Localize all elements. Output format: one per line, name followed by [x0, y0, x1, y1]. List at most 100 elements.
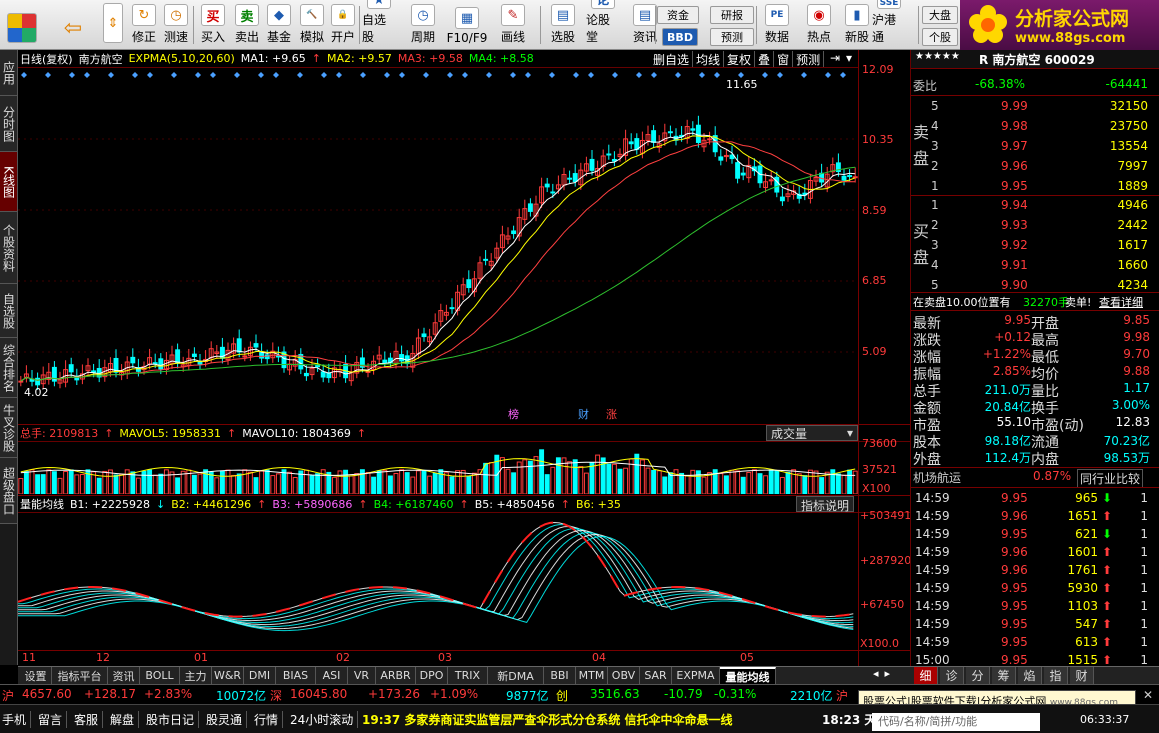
- status-link-0[interactable]: 手机: [2, 711, 32, 728]
- quote-tab-1[interactable]: 诊: [940, 667, 964, 684]
- tab-5[interactable]: W&R: [212, 667, 244, 684]
- leftnav-item-6[interactable]: 牛叉诊股: [0, 398, 17, 458]
- tab-7[interactable]: BIAS: [276, 667, 316, 684]
- tab-0[interactable]: 设置: [20, 667, 52, 684]
- sell-row[interactable]: 1 9.95 1889: [911, 178, 1159, 196]
- buy-row[interactable]: 4 9.91 1660: [911, 257, 1159, 275]
- fund-flow-button[interactable]: 资金: [657, 6, 699, 24]
- research-button[interactable]: 研报: [710, 6, 754, 24]
- buy-row[interactable]: 1 9.94 4946: [911, 197, 1159, 215]
- back-button[interactable]: ⇦: [54, 2, 92, 48]
- leftnav-item-0[interactable]: 应用: [0, 50, 17, 96]
- tab-18[interactable]: EXPMA: [672, 667, 720, 684]
- leftnav-item-4[interactable]: 自选股: [0, 284, 17, 338]
- home-button[interactable]: [4, 2, 40, 48]
- tab-10[interactable]: ARBR: [376, 667, 416, 684]
- tab-6[interactable]: DMI: [244, 667, 276, 684]
- indicator-selector[interactable]: 成交量 ▾: [766, 425, 858, 441]
- market-button[interactable]: 大盘: [922, 6, 958, 24]
- event-marker[interactable]: 涨: [606, 408, 617, 421]
- watchlist-button[interactable]: ★ 自选股: [362, 0, 396, 48]
- chevron-down-icon[interactable]: ▾: [846, 51, 852, 67]
- buy-button[interactable]: 买买入: [196, 2, 230, 48]
- tab-14[interactable]: BBI: [544, 667, 576, 684]
- tab-16[interactable]: OBV: [608, 667, 640, 684]
- period-button[interactable]: ◷ 周期: [406, 2, 440, 48]
- leftnav-item-1[interactable]: 分时图: [0, 96, 17, 152]
- open-account-button[interactable]: 🔒 开户: [326, 2, 360, 48]
- status-link-3[interactable]: 解盘: [110, 711, 140, 728]
- volume-chart[interactable]: [18, 442, 858, 494]
- arrow-right-icon[interactable]: ⇥: [830, 51, 840, 67]
- sell-button[interactable]: 卖卖出: [230, 2, 264, 48]
- news-ticker[interactable]: 19:37 多家券商证实监管层严查伞形式分仓系统 信托伞中伞命悬一线: [362, 711, 733, 728]
- sell-row[interactable]: 2 9.96 7997: [911, 158, 1159, 176]
- arrow-right-icon[interactable]: ▸: [885, 667, 891, 683]
- sell-row[interactable]: 5 9.99 32150: [911, 98, 1159, 116]
- tab-19[interactable]: 量能均线: [720, 667, 776, 684]
- forecast-button[interactable]: 预测: [710, 28, 754, 46]
- buy-row[interactable]: 2 9.93 2442: [911, 217, 1159, 235]
- quote-tab-2[interactable]: 分: [966, 667, 990, 684]
- tab-2[interactable]: 资讯: [108, 667, 140, 684]
- chart-tool-ma[interactable]: 均线: [693, 51, 725, 67]
- leftnav-item-2[interactable]: K线图: [0, 152, 17, 212]
- quote-tab-0[interactable]: 细: [914, 667, 938, 684]
- status-link-4[interactable]: 股市日记: [146, 711, 200, 728]
- tab-3[interactable]: BOLL: [140, 667, 180, 684]
- status-link-7[interactable]: 24小时滚动: [290, 711, 359, 728]
- sell-row[interactable]: 3 9.97 13554: [911, 138, 1159, 156]
- f10-button[interactable]: ▦ F10/F9: [447, 2, 487, 48]
- data-button[interactable]: PE 数据: [760, 2, 794, 48]
- screener-button[interactable]: ▤ 选股: [546, 2, 580, 48]
- status-link-5[interactable]: 股灵通: [206, 711, 248, 728]
- chart-tool-adjust[interactable]: 复权: [724, 51, 756, 67]
- tab-4[interactable]: 主力: [180, 667, 212, 684]
- arrow-left-icon[interactable]: ◂: [873, 667, 879, 683]
- indicator-explain-button[interactable]: 指标说明: [796, 496, 854, 513]
- status-link-6[interactable]: 行情: [254, 711, 284, 728]
- quote-tab-4[interactable]: 焰: [1018, 667, 1042, 684]
- ipo-button[interactable]: ▮ 新股: [840, 2, 874, 48]
- stock-search-input[interactable]: 代码/名称/简拼/功能: [872, 713, 1040, 731]
- quote-tab-3[interactable]: 筹: [992, 667, 1016, 684]
- indicator-chart[interactable]: [18, 513, 858, 650]
- tab-12[interactable]: TRIX: [448, 667, 488, 684]
- hotspot-button[interactable]: ◉ 热点: [802, 2, 836, 48]
- tab-15[interactable]: MTM: [576, 667, 608, 684]
- tab-13[interactable]: 新DMA: [488, 667, 544, 684]
- quote-tab-6[interactable]: 财: [1070, 667, 1094, 684]
- tab-9[interactable]: VR: [348, 667, 376, 684]
- tab-1[interactable]: 指标平台: [52, 667, 108, 684]
- forum-button[interactable]: 论论股堂: [586, 0, 620, 48]
- fund-button[interactable]: ◆ 基金: [262, 2, 296, 48]
- up-down-button[interactable]: ⇕: [100, 2, 126, 48]
- stock-connect-button[interactable]: SSE 沪港通: [872, 0, 906, 48]
- bbd-button[interactable]: BBD: [662, 28, 698, 46]
- leftnav-item-7[interactable]: 超级盘口: [0, 458, 17, 524]
- tab-8[interactable]: ASI: [316, 667, 348, 684]
- chart-tool-forecast[interactable]: 预测: [793, 51, 825, 67]
- close-icon[interactable]: ✕: [1140, 688, 1156, 704]
- view-detail-link[interactable]: 查看详细: [1099, 294, 1143, 310]
- fix-button[interactable]: ↻ 修正: [130, 2, 158, 48]
- chart-tool-window[interactable]: 窗: [774, 51, 794, 67]
- buy-row[interactable]: 3 9.92 1617: [911, 237, 1159, 255]
- kline-chart[interactable]: 11.65 4.02 榜 财 涨: [18, 68, 858, 424]
- tab-11[interactable]: DPO: [416, 667, 448, 684]
- chart-tool-remove-watch[interactable]: 删自选: [650, 51, 694, 67]
- status-link-1[interactable]: 留言: [38, 711, 68, 728]
- stock-button[interactable]: 个股: [922, 28, 958, 46]
- event-marker[interactable]: 财: [578, 407, 589, 421]
- speed-test-button[interactable]: ◷ 测速: [162, 2, 190, 48]
- status-link-2[interactable]: 客服: [74, 711, 104, 728]
- industry-compare-button[interactable]: 同行业比较: [1077, 469, 1144, 488]
- simulate-button[interactable]: 🔨 模拟: [295, 2, 329, 48]
- leftnav-item-5[interactable]: 综合排名: [0, 338, 17, 398]
- draw-button[interactable]: ✎ 画线: [496, 2, 530, 48]
- event-marker[interactable]: 榜: [508, 407, 519, 421]
- sell-row[interactable]: 4 9.98 23750: [911, 118, 1159, 136]
- chart-tool-overlay[interactable]: 叠: [755, 51, 775, 67]
- leftnav-item-3[interactable]: 个股资料: [0, 212, 17, 284]
- tab-17[interactable]: SAR: [640, 667, 672, 684]
